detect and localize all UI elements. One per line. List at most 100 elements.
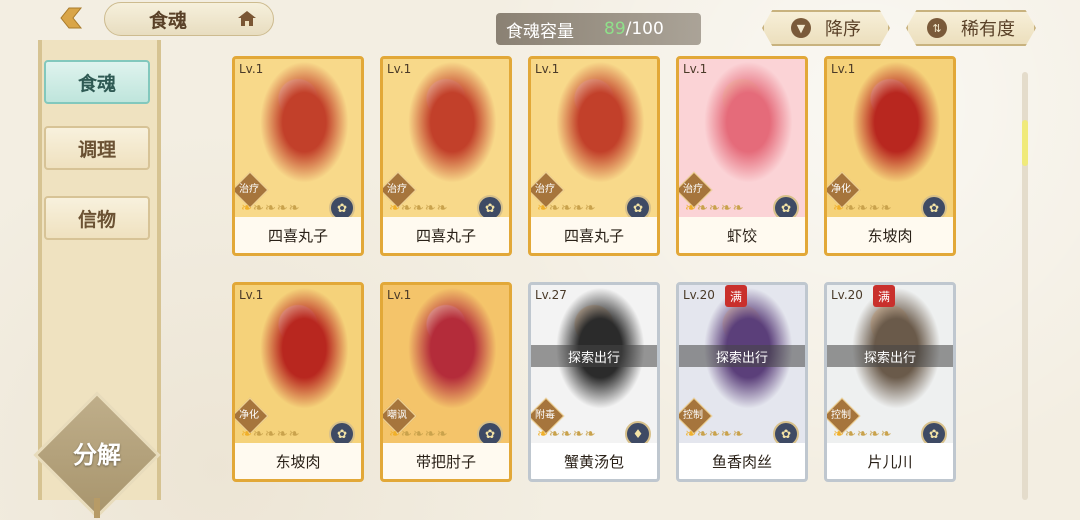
star-icon: ❧ (264, 201, 277, 216)
tab-label: 信物 (77, 208, 116, 231)
star-icon: ❧ (252, 201, 265, 216)
star-icon: ❧ (276, 201, 289, 216)
food-soul-card[interactable]: Lv.1 治疗 ❧❧❧❧❧ ✿ 虾饺 (676, 56, 808, 256)
star-icon: ❧ (856, 427, 869, 442)
star-rating: ❧❧❧❧❧ (241, 427, 301, 442)
card-name: 带把肘子 (383, 443, 509, 479)
star-rating: ❧❧❧❧❧ (685, 201, 745, 216)
star-icon: ❧ (720, 201, 733, 216)
sort-order-label: 降序 (825, 19, 861, 40)
food-soul-card[interactable]: Lv.1 治疗 ❧❧❧❧❧ ✿ 四喜丸子 (232, 56, 364, 256)
star-icon: ❧ (856, 201, 869, 216)
star-rating: ❧❧❧❧❧ (833, 427, 893, 442)
star-icon: ❧ (412, 201, 425, 216)
star-icon: ❧ (264, 427, 277, 442)
capacity-total: /100 (625, 19, 664, 39)
card-level: Lv.1 (387, 62, 412, 76)
star-icon: ❧ (389, 201, 401, 216)
page-title-plate: 食魂 (104, 2, 274, 36)
decompose-label[interactable]: 分解 (56, 432, 138, 472)
sort-order-button[interactable]: ▼ 降序 (762, 10, 890, 46)
sort-toggle-icon: ⇅ (927, 18, 947, 38)
page-title: 食魂 (149, 9, 188, 32)
star-icon: ❧ (288, 427, 301, 442)
star-icon: ❧ (732, 427, 745, 442)
star-icon: ❧ (685, 427, 697, 442)
exploring-status: 探索出行 (679, 345, 805, 367)
role-label: 治疗 (387, 184, 407, 195)
card-level: Lv.20 (831, 288, 863, 302)
food-soul-card[interactable]: Lv.1 治疗 ❧❧❧❧❧ ✿ 四喜丸子 (380, 56, 512, 256)
star-icon: ❧ (844, 427, 857, 442)
star-icon: ❧ (880, 427, 893, 442)
star-icon: ❧ (833, 427, 845, 442)
scrollbar-thumb[interactable] (1022, 120, 1028, 166)
card-level: Lv.1 (387, 288, 412, 302)
star-rating: ❧❧❧❧❧ (389, 427, 449, 442)
star-icon: ❧ (584, 427, 597, 442)
food-soul-card[interactable]: Lv.1 净化 ❧❧❧❧❧ ✿ 东坡肉 (232, 282, 364, 482)
tab-conditioning[interactable]: 调理 (44, 126, 150, 170)
star-icon: ❧ (548, 201, 561, 216)
role-label: 控制 (831, 410, 851, 421)
role-label: 治疗 (239, 184, 259, 195)
star-icon: ❧ (584, 201, 597, 216)
food-soul-card[interactable]: Lv.1 治疗 ❧❧❧❧❧ ✿ 四喜丸子 (528, 56, 660, 256)
star-rating: ❧❧❧❧❧ (685, 427, 745, 442)
star-icon: ❧ (436, 427, 449, 442)
star-icon: ❧ (696, 201, 709, 216)
house-icon (238, 11, 256, 26)
star-icon: ❧ (276, 427, 289, 442)
card-name: 四喜丸子 (531, 217, 657, 253)
star-icon: ❧ (537, 427, 549, 442)
food-soul-card[interactable]: Lv.27 探索出行 附毒 ❧❧❧❧❧ ♦ 蟹黄汤包 (528, 282, 660, 482)
star-icon: ❧ (572, 427, 585, 442)
food-soul-card[interactable]: Lv.1 净化 ❧❧❧❧❧ ✿ 东坡肉 (824, 56, 956, 256)
role-label: 嘲讽 (387, 410, 407, 421)
tab-tokens[interactable]: 信物 (44, 196, 150, 240)
exploring-status: 探索出行 (827, 345, 953, 367)
food-soul-card[interactable]: Lv.20 满探索出行 控制 ❧❧❧❧❧ ✿ 片儿川 (824, 282, 956, 482)
card-name: 四喜丸子 (235, 217, 361, 253)
star-icon: ❧ (389, 427, 401, 442)
card-level: Lv.27 (535, 288, 567, 302)
back-button[interactable] (52, 4, 88, 32)
card-level: Lv.1 (831, 62, 856, 76)
star-rating: ❧❧❧❧❧ (241, 201, 301, 216)
tab-label: 食魂 (77, 72, 116, 95)
food-soul-card[interactable]: Lv.1 嘲讽 ❧❧❧❧❧ ✿ 带把肘子 (380, 282, 512, 482)
max-level-badge: 满 (725, 285, 747, 307)
star-icon: ❧ (548, 427, 561, 442)
star-rating: ❧❧❧❧❧ (537, 427, 597, 442)
card-name: 东坡肉 (235, 443, 361, 479)
food-soul-card[interactable]: Lv.20 满探索出行 控制 ❧❧❧❧❧ ✿ 鱼香肉丝 (676, 282, 808, 482)
role-label: 治疗 (535, 184, 555, 195)
star-icon: ❧ (436, 201, 449, 216)
card-level: Lv.1 (239, 288, 264, 302)
star-icon: ❧ (424, 201, 437, 216)
capacity-label: 食魂容量 (506, 21, 574, 42)
role-label: 净化 (239, 410, 259, 421)
back-arrow-icon (60, 7, 83, 29)
tab-food-souls[interactable]: 食魂 (44, 60, 150, 104)
card-level: Lv.1 (535, 62, 560, 76)
star-icon: ❧ (400, 201, 413, 216)
capacity-current: 89 (604, 19, 626, 39)
star-icon: ❧ (880, 201, 893, 216)
tassel-decoration (94, 498, 100, 518)
role-label: 附毒 (535, 410, 555, 421)
sort-down-icon: ▼ (791, 18, 811, 38)
star-icon: ❧ (572, 201, 585, 216)
star-icon: ❧ (732, 201, 745, 216)
sort-rarity-button[interactable]: ⇅ 稀有度 (906, 10, 1036, 46)
card-name: 蟹黄汤包 (531, 443, 657, 479)
star-icon: ❧ (560, 201, 573, 216)
star-icon: ❧ (685, 201, 697, 216)
card-name: 片儿川 (827, 443, 953, 479)
card-level: Lv.1 (683, 62, 708, 76)
role-label: 净化 (831, 184, 851, 195)
star-icon: ❧ (537, 201, 549, 216)
star-icon: ❧ (288, 201, 301, 216)
role-label: 治疗 (683, 184, 703, 195)
star-icon: ❧ (708, 427, 721, 442)
